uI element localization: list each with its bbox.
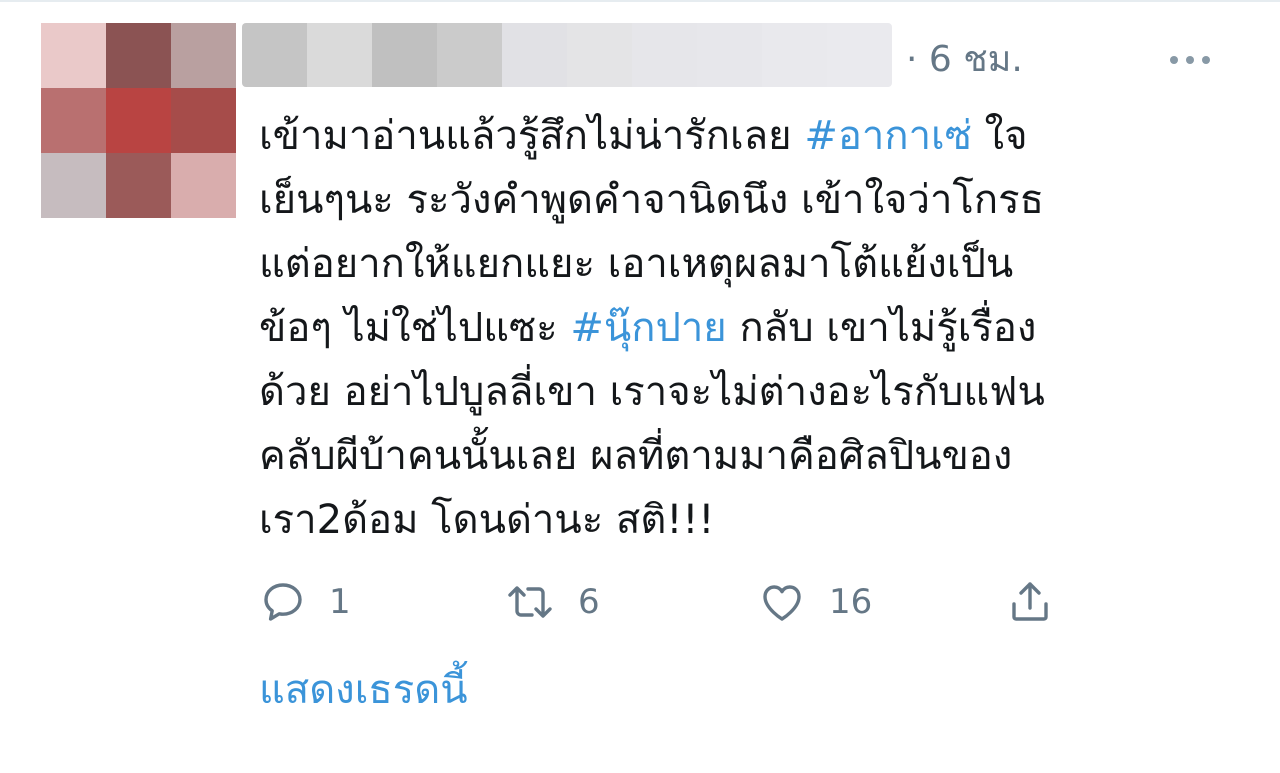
tweet-text-line: ข้อๆ ไม่ใช่ไปแซะ #นุ๊กปาย กลับ เขาไม่รู้… xyxy=(259,296,1249,360)
censored-user-name[interactable] xyxy=(242,23,892,87)
show-thread-link[interactable]: แสดงเธรดนี้ xyxy=(259,660,468,720)
tweet-text-segment: คลับผีบ้าคนนั้นเลย ผลที่ตามมาคือศิลปินขอ… xyxy=(259,433,1013,479)
avatar-pixel xyxy=(171,153,236,218)
more-dot xyxy=(1202,56,1210,64)
reply-button[interactable]: 1 xyxy=(259,572,351,632)
tweet-text-segment: เข้ามาอ่านแล้วรู้สึกไม่น่ารักเลย xyxy=(259,113,805,159)
like-count: 16 xyxy=(829,582,873,622)
retweet-button[interactable]: 6 xyxy=(504,572,600,632)
hashtag-link[interactable]: #อากาเซ่ xyxy=(804,113,972,159)
reply-count: 1 xyxy=(329,582,351,622)
more-options-icon[interactable] xyxy=(1160,42,1220,78)
tweet-text-segment: เรา2ด้อม โดนด่านะ สติ!!! xyxy=(259,497,715,543)
more-dot xyxy=(1170,56,1178,64)
share-icon xyxy=(1006,578,1054,626)
tweet-text-segment: แต่อยากให้แยกแยะ เอาเหตุผลมาโต้แย้งเป็น xyxy=(259,241,1014,287)
name-pixel xyxy=(502,23,567,87)
avatar[interactable] xyxy=(41,23,236,218)
top-divider xyxy=(0,0,1280,2)
name-pixel xyxy=(827,23,892,87)
avatar-pixel xyxy=(106,23,171,88)
tweet-text-line: ด้วย อย่าไปบูลลี่เขา เราจะไม่ต่างอะไรกับ… xyxy=(259,360,1249,424)
name-pixel xyxy=(242,23,307,87)
name-pixel xyxy=(437,23,502,87)
avatar-pixel xyxy=(171,88,236,153)
hashtag-link[interactable]: #นุ๊กปาย xyxy=(570,305,726,351)
tweet-text: เข้ามาอ่านแล้วรู้สึกไม่น่ารักเลย #อากาเซ… xyxy=(259,104,1249,552)
tweet-text-line: คลับผีบ้าคนนั้นเลย ผลที่ตามมาคือศิลปินขอ… xyxy=(259,424,1249,488)
tweet-text-segment: ใจ xyxy=(971,113,1028,159)
tweet-timestamp[interactable]: · 6 ชม. xyxy=(906,38,1023,82)
avatar-pixel xyxy=(171,23,236,88)
name-pixel xyxy=(372,23,437,87)
avatar-pixel xyxy=(106,153,171,218)
tweet-text-line: เข้ามาอ่านแล้วรู้สึกไม่น่ารักเลย #อากาเซ… xyxy=(259,104,1249,168)
retweet-count: 6 xyxy=(578,582,600,622)
tweet-text-segment: เย็นๆนะ ระวังคำพูดคำจานิดนึง เข้าใจว่าโก… xyxy=(259,177,1044,223)
tweet-actions: 1 6 16 xyxy=(0,572,1280,632)
heart-icon xyxy=(757,578,807,626)
avatar-pixel xyxy=(41,23,106,88)
tweet-text-line: เย็นๆนะ ระวังคำพูดคำจานิดนึง เข้าใจว่าโก… xyxy=(259,168,1249,232)
reply-icon xyxy=(259,578,307,626)
avatar-pixel xyxy=(41,153,106,218)
share-button[interactable] xyxy=(1006,572,1054,632)
name-pixel xyxy=(307,23,372,87)
tweet-text-line: เรา2ด้อม โดนด่านะ สติ!!! xyxy=(259,488,1249,552)
like-button[interactable]: 16 xyxy=(757,572,872,632)
name-pixel xyxy=(697,23,762,87)
avatar-pixel xyxy=(106,88,171,153)
name-pixel xyxy=(567,23,632,87)
tweet-text-segment: ด้วย อย่าไปบูลลี่เขา เราจะไม่ต่างอะไรกับ… xyxy=(259,369,1045,415)
more-dot xyxy=(1186,56,1194,64)
name-pixel xyxy=(632,23,697,87)
tweet-text-segment: ข้อๆ ไม่ใช่ไปแซะ xyxy=(259,305,571,351)
tweet-text-segment: กลับ เขาไม่รู้เรื่อง xyxy=(726,305,1037,351)
tweet-text-line: แต่อยากให้แยกแยะ เอาเหตุผลมาโต้แย้งเป็น xyxy=(259,232,1249,296)
name-pixel xyxy=(762,23,827,87)
avatar-pixel xyxy=(41,88,106,153)
retweet-icon xyxy=(504,578,556,626)
